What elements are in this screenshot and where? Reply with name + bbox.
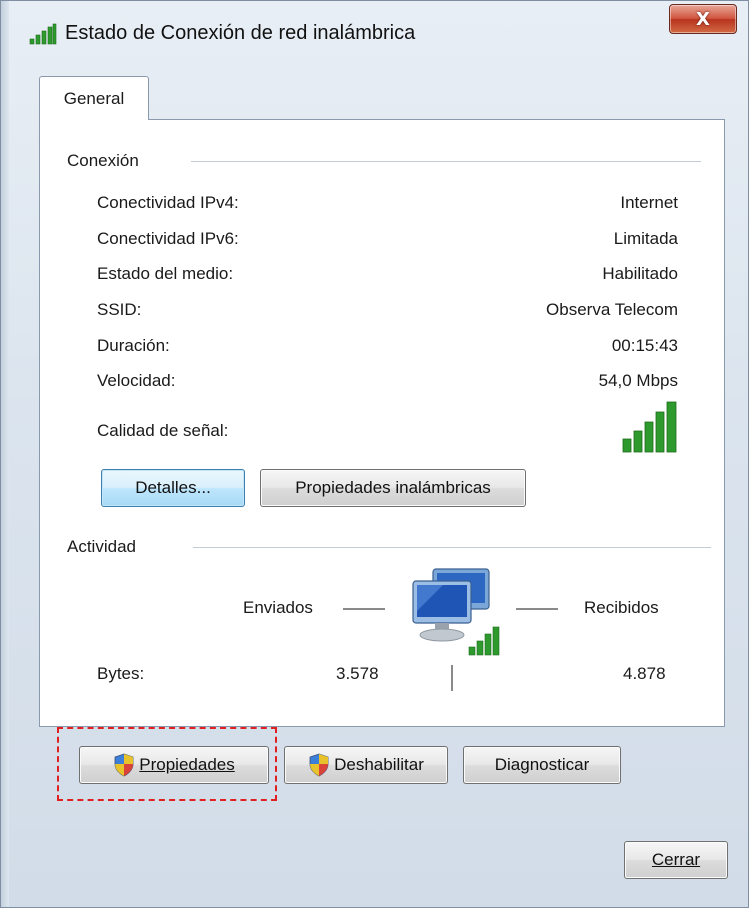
diagnose-button[interactable]: Diagnosticar <box>463 746 621 784</box>
disable-button-label: Deshabilitar <box>334 755 424 774</box>
sent-line <box>343 608 385 610</box>
row-label-ssid: SSID: <box>97 300 142 319</box>
properties-button-label: Propiedades <box>139 755 235 774</box>
row-label-media-state: Estado del medio: <box>97 264 234 283</box>
received-line <box>516 608 558 610</box>
row-value-ssid: Observa Telecom <box>546 300 678 319</box>
row-value-duration: 00:15:43 <box>611 336 678 355</box>
signal-quality-label: Calidad de señal: <box>97 421 229 440</box>
shield-icon <box>309 753 329 777</box>
row-label-ipv4: Conectividad IPv4: <box>97 193 239 212</box>
section-title-activity: Actividad <box>67 537 136 556</box>
row-value-speed: 54,0 Mbps <box>598 371 678 390</box>
tab-general[interactable]: General <box>39 76 149 120</box>
sent-label: Enviados <box>243 598 313 617</box>
bytes-sent-value: 3.578 <box>336 664 379 683</box>
window-title: Estado de Conexión de red inalámbrica <box>65 22 416 44</box>
row-label-speed: Velocidad: <box>97 371 176 390</box>
row-value-media-state: Habilitado <box>602 264 678 283</box>
dialog-window: Estado de Conexión de red inalámbrica X … <box>0 0 749 908</box>
section-divider <box>193 547 711 548</box>
close-button-label: Cerrar <box>651 850 701 869</box>
row-label-ipv6: Conectividad IPv6: <box>97 229 239 248</box>
wireless-properties-button[interactable]: Propiedades inalámbricas <box>260 469 526 507</box>
close-icon: X <box>696 8 710 30</box>
title-bar[interactable]: Estado de Conexión de red inalámbrica X <box>1 1 748 61</box>
properties-button[interactable]: Propiedades <box>79 746 269 784</box>
close-window-button[interactable]: X <box>669 4 737 34</box>
disable-button[interactable]: Deshabilitar <box>284 746 448 784</box>
shield-icon <box>114 753 134 777</box>
signal-bars-icon <box>29 23 57 45</box>
row-value-ipv6: Limitada <box>613 229 678 248</box>
bytes-received-value: 4.878 <box>623 664 666 683</box>
signal-bars-icon <box>622 401 677 453</box>
section-divider <box>191 161 701 162</box>
received-label: Recibidos <box>584 598 659 617</box>
close-button[interactable]: Cerrar <box>624 841 728 879</box>
section-title-connection: Conexión <box>67 151 139 170</box>
activity-divider <box>451 665 453 691</box>
details-button[interactable]: Detalles... <box>101 469 245 507</box>
bytes-label: Bytes: <box>97 664 145 683</box>
row-value-ipv4: Internet <box>620 193 678 212</box>
row-label-duration: Duración: <box>97 336 170 355</box>
network-computers-icon <box>412 568 500 656</box>
